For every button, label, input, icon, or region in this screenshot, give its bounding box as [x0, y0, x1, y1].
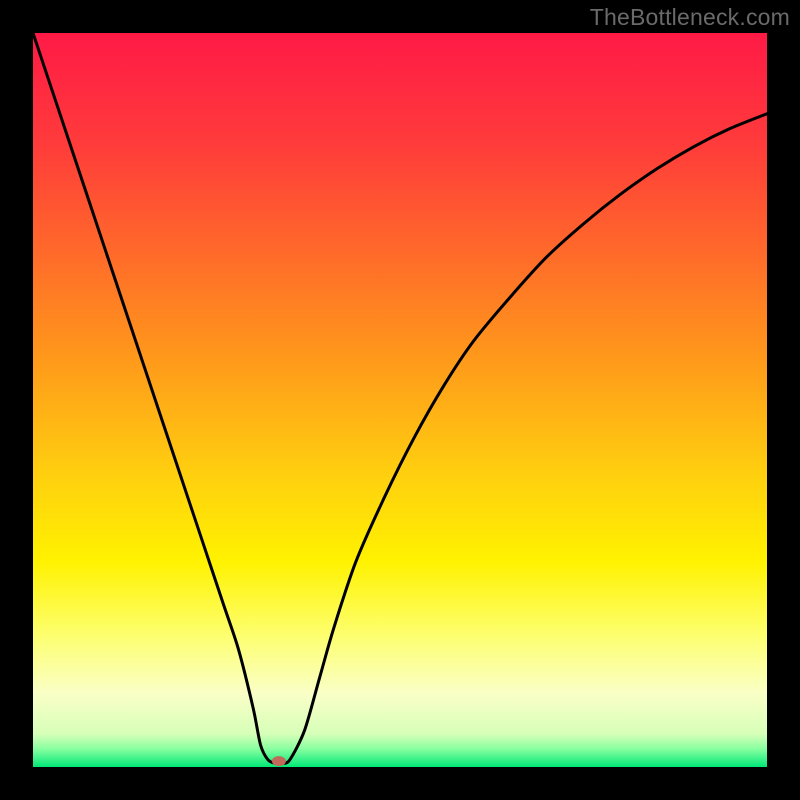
chart-svg [33, 33, 767, 767]
chart-frame: TheBottleneck.com [0, 0, 800, 800]
watermark-text: TheBottleneck.com [590, 4, 790, 31]
chart-background [33, 33, 767, 767]
chart-plot-area [33, 33, 767, 767]
minimum-marker [272, 756, 286, 766]
